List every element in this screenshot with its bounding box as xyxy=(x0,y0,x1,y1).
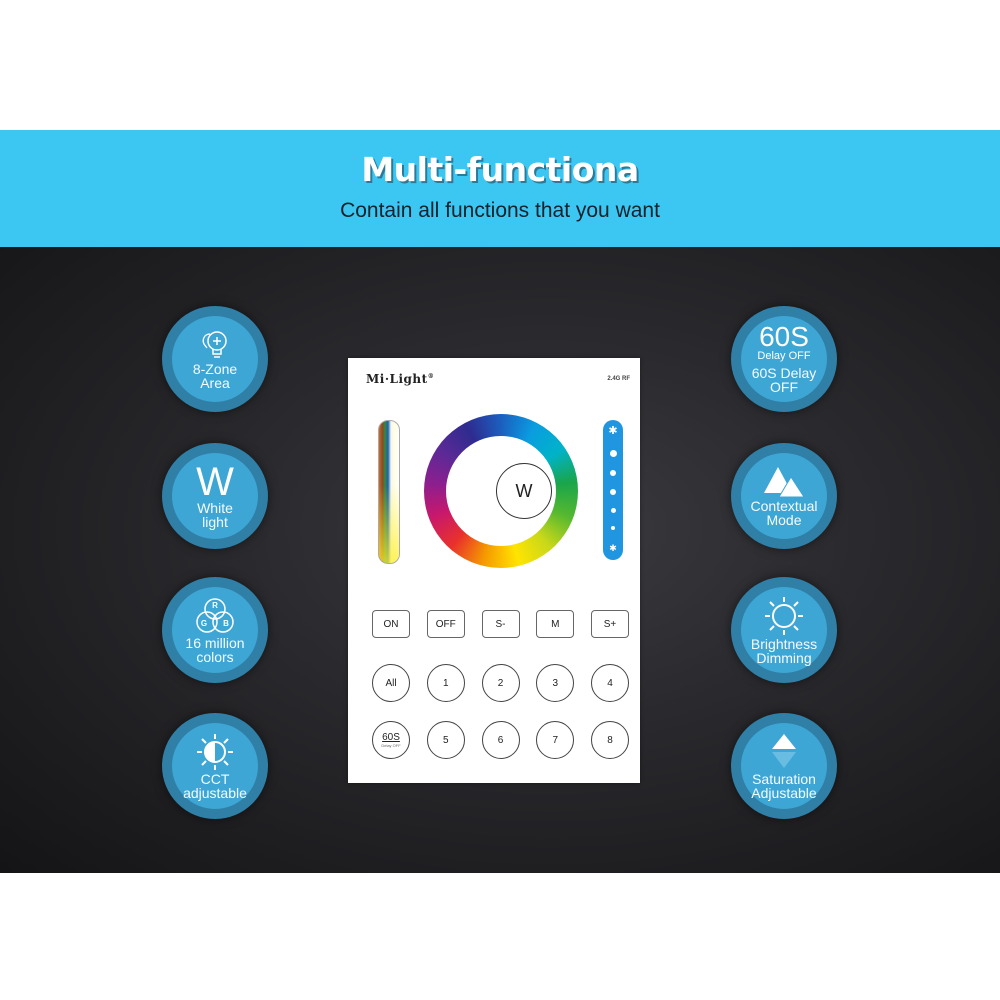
saturation-triangle-icon xyxy=(772,734,796,768)
rgb-g-label: G xyxy=(201,619,207,628)
zone-6-button[interactable]: 6 xyxy=(481,721,520,759)
feature-label: Adjustable xyxy=(751,785,817,801)
cct-slider[interactable] xyxy=(378,420,400,564)
color-wheel[interactable]: W xyxy=(424,414,578,568)
level-dot xyxy=(609,450,617,457)
delay-60s-button[interactable]: 60S Delay OFF xyxy=(372,721,410,759)
w-letter-icon: W xyxy=(196,460,234,504)
feature-label: Saturation xyxy=(752,771,816,787)
feature-8-zone: 8-Zone Area xyxy=(162,306,268,412)
zone-4-button[interactable]: 4 xyxy=(591,664,629,702)
feature-label: Brightness xyxy=(750,636,818,652)
feature-label: Dimming xyxy=(756,650,812,666)
brightness-slider[interactable]: ✱ ✱ xyxy=(603,420,623,560)
timer-60s-icon: 60S xyxy=(759,321,809,352)
cct-sun-icon xyxy=(197,734,233,770)
rgb-r-label: R xyxy=(212,601,218,610)
dim-sun-icon: ✱ xyxy=(609,543,617,553)
feature-label: Area xyxy=(200,375,230,391)
feature-label: adjustable xyxy=(183,785,247,801)
level-dot xyxy=(610,489,616,495)
white-button[interactable]: W xyxy=(496,463,552,519)
rgb-b-label: B xyxy=(223,619,229,628)
speed-up-button[interactable]: S+ xyxy=(591,610,629,638)
feature-contextual-mode: Contextual Mode xyxy=(731,443,837,549)
zone-1-button[interactable]: 1 xyxy=(426,664,465,702)
off-button[interactable]: OFF xyxy=(426,610,465,638)
feature-brightness-dimming: Brightness Dimming xyxy=(731,577,837,683)
delay-60s-label: 60S xyxy=(382,731,400,743)
zone-all-button[interactable]: All xyxy=(372,664,410,702)
bulb-zone-icon xyxy=(202,331,227,358)
feature-saturation: Saturation Adjustable xyxy=(731,713,837,819)
feature-label: colors xyxy=(196,649,234,665)
banner-title: Multi-functiona xyxy=(361,150,639,189)
bright-sun-icon: ✱ xyxy=(608,425,618,437)
level-dot xyxy=(610,508,616,513)
delay-off-label: Delay OFF xyxy=(381,742,401,748)
feature-label: OFF xyxy=(770,379,798,395)
zone-row-2: 60S Delay OFF 5 6 7 8 xyxy=(372,721,629,759)
zone-5-button[interactable]: 5 xyxy=(426,721,465,759)
level-dot xyxy=(610,470,616,476)
banner-subtitle: Contain all functions that you want xyxy=(340,199,660,222)
mountains-icon xyxy=(764,467,805,498)
feature-cct: CCT adjustable xyxy=(162,713,268,819)
function-row: ON OFF S- M S+ xyxy=(372,610,629,638)
feature-label: White xyxy=(197,500,233,516)
remote-panel: Mi·Light® 2.4G RF W ✱ ✱ ON OFF S- M S+ A… xyxy=(348,358,640,783)
feature-label: 60S Delay xyxy=(751,365,817,381)
level-dot xyxy=(611,526,615,530)
sun-icon xyxy=(765,597,803,635)
feature-label: 8-Zone xyxy=(192,361,238,377)
zone-8-button[interactable]: 8 xyxy=(591,721,629,759)
feature-white-light: W White light xyxy=(162,443,268,549)
brand-logo: Mi·Light® xyxy=(366,372,435,386)
mode-button[interactable]: M xyxy=(536,610,575,638)
zone-row-1: All 1 2 3 4 xyxy=(372,664,629,702)
rf-label: 2.4G RF xyxy=(607,376,630,382)
zone-7-button[interactable]: 7 xyxy=(536,721,575,759)
feature-16-million-colors: R G B 16 million colors xyxy=(162,577,268,683)
feature-label: 16 million xyxy=(185,635,245,651)
delay-off-small: Delay OFF xyxy=(757,350,811,362)
zone-3-button[interactable]: 3 xyxy=(536,664,575,702)
on-button[interactable]: ON xyxy=(372,610,410,638)
feature-label: CCT xyxy=(200,771,230,787)
speed-down-button[interactable]: S- xyxy=(481,610,520,638)
feature-60s-delay: 60S Delay OFF 60S Delay OFF xyxy=(731,306,837,412)
rgb-circles-icon: R G B xyxy=(196,598,234,633)
feature-label: Mode xyxy=(766,512,802,528)
feature-label: light xyxy=(202,514,228,530)
feature-label: Contextual xyxy=(750,498,818,514)
zone-2-button[interactable]: 2 xyxy=(481,664,520,702)
